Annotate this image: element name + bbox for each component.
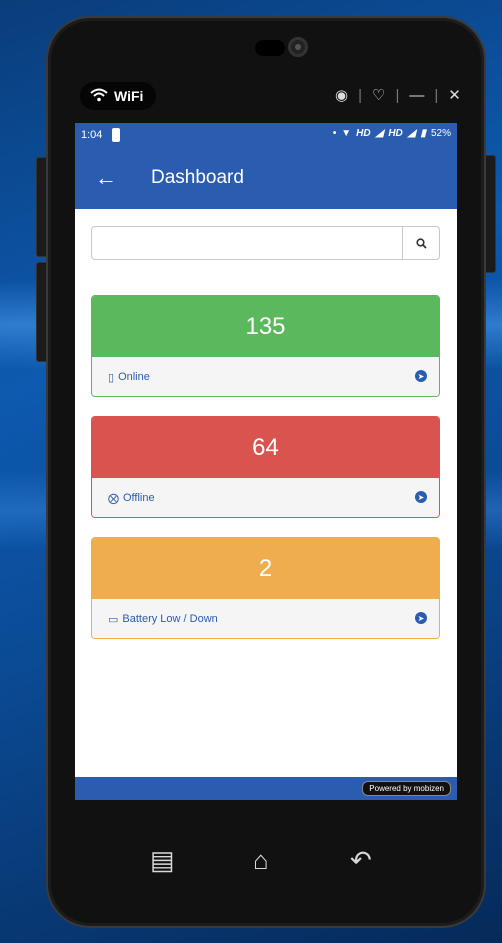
ghost-icon[interactable]: ◉ — [335, 86, 348, 104]
divider: | — [395, 86, 400, 104]
search-button[interactable] — [402, 226, 440, 260]
bottom-bar: Powered by mobizen — [75, 777, 457, 800]
signal-icon: ◢ — [375, 128, 384, 139]
status-time: 1:04 — [81, 129, 103, 141]
card-label: Battery Low / Down — [122, 613, 218, 625]
card-label: Offline — [123, 492, 155, 504]
page-title: Dashboard — [151, 167, 244, 188]
wifi-badge[interactable]: WiFi — [80, 82, 156, 110]
battery-percentage: 52% — [430, 128, 451, 139]
card-label: Online — [118, 371, 150, 383]
search-input[interactable] — [91, 226, 402, 260]
front-camera — [288, 37, 308, 57]
mobile-icon: ▯ — [108, 371, 115, 384]
status-icons: • ▼ HD ◢ HD ◢ ▮ 52% — [333, 128, 451, 139]
android-status-bar: 1:04 • ▼ HD ◢ HD ◢ ▮ 52% — [75, 123, 457, 147]
battery-low-card[interactable]: 2 ▭ Battery Low / Down ➤ — [91, 537, 440, 639]
notification-icon — [112, 128, 121, 142]
network-type: HD — [356, 128, 371, 139]
close-icon[interactable]: ✕ — [448, 86, 461, 104]
card-footer[interactable]: ▯ Online ➤ — [92, 357, 439, 396]
mirror-toolbar: ◉ | ♡ | — | ✕ — [335, 86, 461, 105]
minimize-icon[interactable]: — — [409, 87, 424, 104]
recent-apps-icon[interactable]: ▤ — [150, 845, 175, 876]
wifi-icon — [90, 88, 108, 105]
divider: | — [434, 86, 439, 104]
offline-card[interactable]: 64 ⨂ Offline ➤ — [91, 416, 440, 518]
search-icon — [415, 237, 427, 249]
signal-icon: ◢ — [407, 128, 416, 139]
card-footer[interactable]: ▭ Battery Low / Down ➤ — [92, 599, 439, 638]
device-screen: 1:04 • ▼ HD ◢ HD ◢ ▮ 52% ← Dashboard 135… — [75, 123, 457, 800]
speaker-grille — [255, 40, 285, 56]
battery-icon: ▭ — [108, 613, 119, 626]
divider: | — [358, 86, 362, 104]
times-circle-icon: ⨂ — [108, 492, 119, 505]
network-type: HD — [388, 128, 403, 139]
back-icon[interactable]: ↶ — [350, 845, 372, 876]
online-count: 135 — [92, 296, 439, 357]
offline-count: 64 — [92, 417, 439, 478]
dashboard-content: 135 ▯ Online ➤ 64 ⨂ Offline ➤ 2 ▭ Batter… — [75, 209, 457, 777]
card-footer[interactable]: ⨂ Offline ➤ — [92, 478, 439, 517]
arrow-circle-right-icon: ➤ — [415, 370, 427, 382]
wifi-signal-icon: ▼ — [341, 128, 352, 139]
battery-icon: ▮ — [420, 128, 426, 139]
wifi-label: WiFi — [114, 88, 144, 104]
arrow-left-icon[interactable]: ← — [95, 165, 151, 191]
bell-icon[interactable]: ♡ — [372, 86, 385, 104]
battery-low-count: 2 — [92, 538, 439, 599]
app-bar: ← Dashboard — [75, 147, 457, 209]
dot-icon: • — [332, 128, 337, 139]
powered-by-badge: Powered by mobizen — [362, 781, 451, 796]
search-group — [91, 226, 440, 260]
online-card[interactable]: 135 ▯ Online ➤ — [91, 295, 440, 397]
arrow-circle-right-icon: ➤ — [415, 491, 427, 503]
arrow-circle-right-icon: ➤ — [415, 612, 427, 624]
home-icon[interactable]: ⌂ — [253, 845, 269, 876]
